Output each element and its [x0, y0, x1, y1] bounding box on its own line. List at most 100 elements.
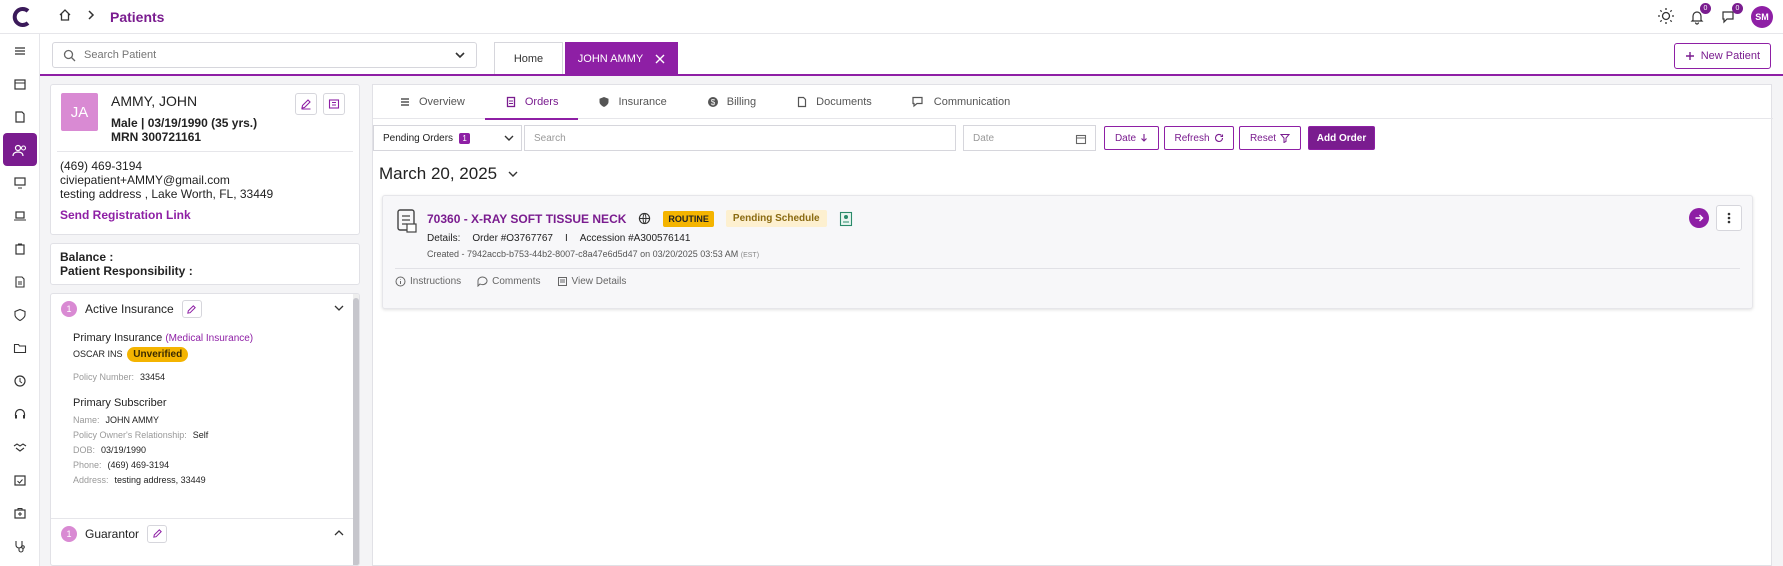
date-sort-button[interactable]: Date: [1104, 126, 1159, 150]
calendar-icon[interactable]: [0, 67, 40, 100]
date-group-heading[interactable]: March 20, 2025: [379, 164, 519, 184]
patient-card-button[interactable]: [323, 93, 345, 115]
order-search-input[interactable]: Search: [524, 125, 956, 151]
app-logo[interactable]: [0, 0, 44, 34]
close-icon[interactable]: [655, 54, 665, 64]
balance-card: Balance : Patient Responsibility :: [50, 243, 360, 285]
instructions-link[interactable]: Instructions: [395, 276, 461, 287]
insurance-type: (Medical Insurance): [165, 333, 254, 344]
divider: [395, 268, 1740, 269]
tab-billing[interactable]: $ Billing: [687, 85, 776, 119]
monitor-icon[interactable]: [0, 166, 40, 199]
tab-patient-label: JOHN AMMY: [577, 53, 644, 65]
insurance-count: 1: [61, 301, 77, 317]
clock-icon[interactable]: [0, 364, 40, 397]
notifications-button[interactable]: 0: [1687, 3, 1711, 27]
add-order-button[interactable]: Add Order: [1308, 126, 1375, 150]
plus-icon: [1685, 52, 1694, 60]
new-patient-button[interactable]: New Patient: [1673, 43, 1771, 69]
order-created-row: Created - 7942accb-b753-44b2-8007-c8a47e…: [427, 249, 759, 259]
headset-icon[interactable]: [0, 397, 40, 430]
tab-patient[interactable]: JOHN AMMY: [565, 42, 678, 76]
scrollbar-thumb[interactable]: [353, 298, 359, 565]
primary-subscriber-title: Primary Subscriber: [73, 397, 167, 409]
medical-bag-icon[interactable]: [0, 496, 40, 529]
patient-demographics: Male | 03/19/1990 (35 yrs.): [111, 116, 258, 130]
order-title-row: 70360 - X-RAY SOFT TISSUE NECK ROUTINE P…: [427, 210, 853, 227]
home-icon[interactable]: [58, 8, 72, 25]
search-input[interactable]: [84, 49, 446, 61]
top-bar: Patients 0 0 SM: [0, 0, 1783, 34]
insurance-card: 1 Active Insurance Primary Insurance (Me…: [50, 293, 360, 566]
insurance-card-icon: [839, 211, 852, 226]
tab-orders[interactable]: Orders: [484, 85, 579, 120]
clipboard-icon[interactable]: [0, 232, 40, 265]
kebab-menu-icon: [1727, 212, 1731, 224]
tab-orders-label: Orders: [524, 96, 559, 108]
status-badge: Pending Schedule: [725, 210, 827, 227]
stethoscope-icon[interactable]: [0, 529, 40, 562]
calendar-icon: [1075, 134, 1087, 145]
details-separator: I: [564, 233, 568, 244]
edit-guarantor-button[interactable]: [147, 524, 168, 543]
subscriber-phone-row: Phone: (469) 469-3194: [73, 460, 169, 470]
comments-link[interactable]: Comments: [477, 276, 541, 287]
chevron-down-icon[interactable]: [333, 303, 345, 313]
folder-icon[interactable]: [0, 331, 40, 364]
tab-overview[interactable]: Overview: [379, 85, 485, 119]
patient-name: AMMY, JOHN: [111, 93, 198, 109]
overview-icon: [401, 98, 409, 106]
refresh-button[interactable]: Refresh: [1164, 126, 1234, 150]
chevron-up-icon[interactable]: [333, 528, 345, 538]
details-icon: [557, 277, 567, 286]
tab-documents[interactable]: Documents: [776, 85, 892, 119]
theme-sun-icon[interactable]: [1657, 7, 1675, 28]
view-details-link[interactable]: View Details: [557, 276, 627, 287]
tab-home[interactable]: Home: [494, 42, 563, 74]
more-options-button[interactable]: [1716, 205, 1742, 231]
dollar-icon: $: [707, 97, 718, 107]
patient-search: [52, 42, 477, 68]
menu-icon[interactable]: [0, 34, 40, 67]
patient-mrn: MRN 300721161: [111, 130, 202, 144]
view-details-label: View Details: [571, 276, 627, 287]
calendar-check-icon[interactable]: [0, 463, 40, 496]
tab-communication[interactable]: Communication: [892, 85, 1030, 119]
insurance-details: Primary Insurance (Medical Insurance) OS…: [61, 332, 351, 520]
handshake-icon[interactable]: [0, 430, 40, 463]
reset-button[interactable]: Reset: [1239, 126, 1301, 150]
user-avatar[interactable]: SM: [1751, 6, 1773, 28]
edit-patient-button[interactable]: [295, 93, 317, 115]
subscriber-phone-value: (469) 469-3194: [107, 460, 170, 470]
messages-button[interactable]: 0: [1719, 3, 1743, 27]
pending-orders-label: Pending Orders: [383, 132, 454, 144]
report-icon[interactable]: [0, 265, 40, 298]
breadcrumb: Patients: [58, 8, 164, 25]
relationship-row: Policy Owner's Relationship: Self: [73, 430, 208, 440]
date-picker[interactable]: Date: [963, 125, 1096, 151]
details-label: Details:: [427, 233, 461, 244]
edit-icon: [187, 304, 197, 314]
patients-icon[interactable]: [3, 133, 37, 166]
open-order-button[interactable]: [1689, 208, 1709, 228]
tab-insurance[interactable]: Insurance: [578, 85, 686, 119]
document-icon[interactable]: [0, 100, 40, 133]
subscriber-name-row: Name: JOHN AMMY: [73, 415, 159, 425]
patient-subtabs: Overview Orders Insurance $ Billing Docu…: [373, 85, 1773, 120]
globe-icon: [639, 212, 651, 225]
active-insurance-header[interactable]: 1 Active Insurance: [51, 294, 359, 324]
send-registration-link[interactable]: Send Registration Link: [60, 208, 191, 222]
guarantor-header[interactable]: 1 Guarantor: [51, 518, 359, 548]
main-content: Overview Orders Insurance $ Billing Docu…: [372, 84, 1773, 566]
payer-name: OSCAR INS: [73, 349, 123, 359]
edit-insurance-button[interactable]: [181, 300, 202, 318]
filter-reset-icon: [1280, 134, 1291, 143]
policy-number-value: 33454: [140, 372, 166, 382]
patient-email: civiepatient+AMMY@gmail.com: [60, 173, 230, 187]
order-title-link[interactable]: 70360 - X-RAY SOFT TISSUE NECK: [427, 212, 626, 226]
shield-icon[interactable]: [0, 298, 40, 331]
pending-orders-dropdown[interactable]: Pending Orders 1: [373, 125, 522, 151]
scrollbar[interactable]: [353, 294, 359, 565]
laptop-icon[interactable]: [0, 199, 40, 232]
search-icon: [63, 49, 76, 61]
